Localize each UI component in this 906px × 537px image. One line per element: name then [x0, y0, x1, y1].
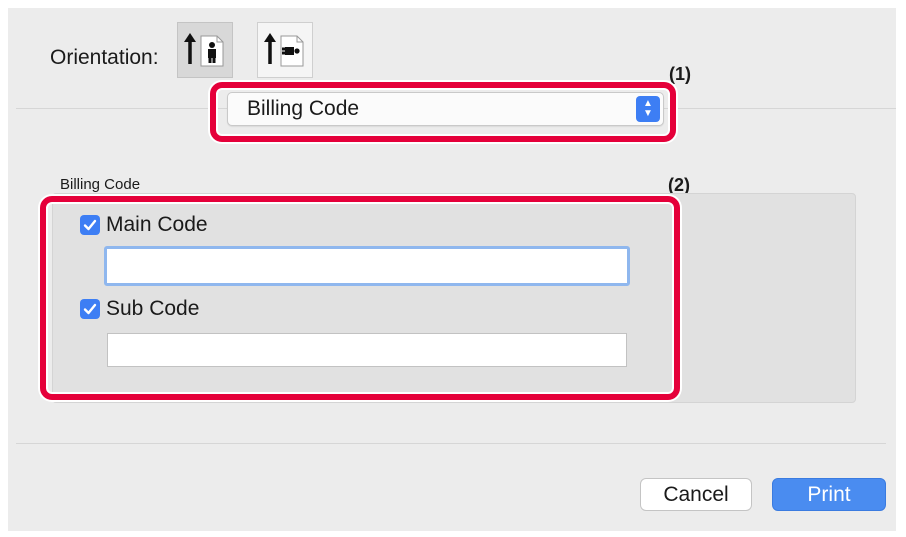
annotation-1: (1) — [669, 64, 691, 84]
main-code-checkbox[interactable] — [80, 215, 100, 235]
main-code-input[interactable] — [107, 249, 627, 283]
landscape-orientation-icon — [264, 33, 304, 67]
panel-popup-menu[interactable]: Billing Code ▲ ▼ — [227, 92, 664, 126]
sub-code-input[interactable] — [108, 334, 626, 366]
separator-bottom — [16, 443, 886, 444]
orientation-label: Orientation: — [50, 46, 159, 69]
billing-section-title: Billing Code — [60, 176, 141, 193]
landscape-orientation-button[interactable] — [257, 22, 313, 78]
sub-code-checkbox[interactable] — [80, 299, 100, 319]
portrait-orientation-icon — [184, 33, 224, 67]
main-code-label: Main Code — [106, 213, 208, 236]
sub-code-field[interactable] — [107, 333, 627, 367]
checkmark-icon — [83, 303, 97, 315]
cancel-button[interactable]: Cancel — [640, 478, 752, 511]
portrait-orientation-button[interactable] — [177, 22, 233, 78]
panel-popup-label: Billing Code — [247, 97, 360, 120]
print-button[interactable]: Print — [772, 478, 886, 511]
sub-code-label: Sub Code — [106, 297, 200, 320]
popup-stepper-icon: ▲ ▼ — [636, 96, 660, 122]
main-code-field[interactable] — [104, 246, 630, 286]
checkmark-icon — [83, 219, 97, 231]
